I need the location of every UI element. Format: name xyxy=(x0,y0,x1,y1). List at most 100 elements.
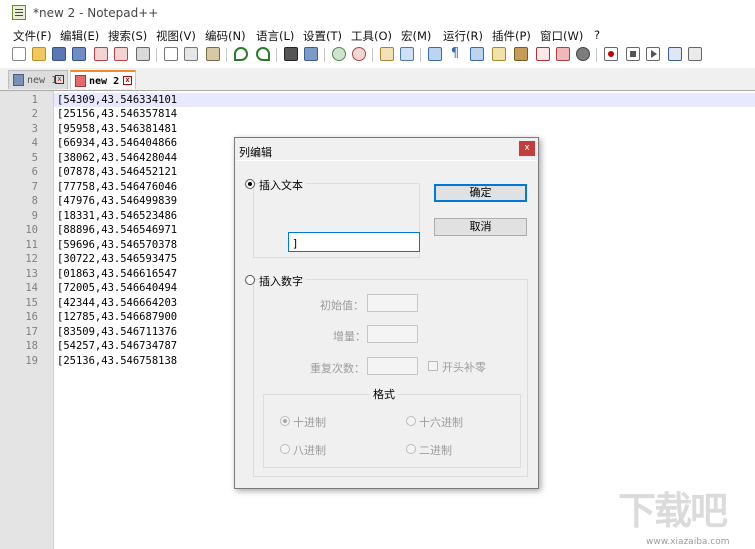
code-line: [54257,43.546734787 xyxy=(57,340,178,352)
increment-input[interactable] xyxy=(367,325,418,343)
menu-run[interactable]: 运行(R) xyxy=(443,28,483,44)
dialog-close-button[interactable]: x xyxy=(519,141,535,156)
column-editor-dialog: 列编辑 x 插入文本 确定 取消 初始值： 增量： 重复次数： 开头补零 十进制… xyxy=(234,137,539,489)
octal-radio[interactable] xyxy=(280,444,290,454)
ok-button[interactable]: 确定 xyxy=(434,184,527,202)
document-map-icon[interactable] xyxy=(514,47,528,61)
indent-guide-icon[interactable] xyxy=(470,47,484,61)
toolbar-separator xyxy=(372,48,373,62)
binary-radio[interactable] xyxy=(406,444,416,454)
code-line: [12785,43.546687900 xyxy=(57,311,178,323)
toolbar-separator xyxy=(226,48,227,62)
toolbar-separator xyxy=(324,48,325,62)
repeat-count-input[interactable] xyxy=(367,357,418,375)
line-number: 11 xyxy=(25,239,38,251)
close-file-icon[interactable] xyxy=(94,47,108,61)
code-line: [07878,43.546452121 xyxy=(57,166,178,178)
leading-zero-checkbox[interactable] xyxy=(428,361,438,371)
hexadecimal-radio[interactable] xyxy=(406,416,416,426)
menu-macro[interactable]: 宏(M) xyxy=(401,28,431,44)
menu-edit[interactable]: 编辑(E) xyxy=(60,28,99,44)
line-number: 16 xyxy=(25,311,38,323)
toolbar-separator xyxy=(276,48,277,62)
notepad-icon xyxy=(12,5,26,20)
menu-tools[interactable]: 工具(O) xyxy=(351,28,392,44)
dialog-body: 插入文本 确定 取消 初始值： 增量： 重复次数： 开头补零 十进制 十六进制 … xyxy=(236,160,537,488)
save-icon[interactable] xyxy=(52,47,66,61)
insert-text-radio[interactable] xyxy=(245,179,255,189)
code-line: [59696,43.546570378 xyxy=(57,239,178,251)
menu-window[interactable]: 窗口(W) xyxy=(540,28,583,44)
code-line: [54309,43.546334101 xyxy=(57,94,178,106)
cut-icon[interactable] xyxy=(164,47,178,61)
save-macro-icon[interactable] xyxy=(688,47,702,61)
stop-recording-icon[interactable] xyxy=(626,47,640,61)
function-list-icon[interactable] xyxy=(536,47,550,61)
code-line: [47976,43.546499839 xyxy=(57,195,178,207)
line-number: 8 xyxy=(31,195,38,207)
close-icon[interactable]: x xyxy=(123,76,132,85)
toolbar-separator xyxy=(596,48,597,62)
code-line: [38062,43.546428044 xyxy=(57,152,178,164)
increment-label: 增量： xyxy=(333,330,366,343)
menu-search[interactable]: 搜索(S) xyxy=(108,28,147,44)
insert-number-radio[interactable] xyxy=(245,275,255,285)
sync-horizontal-icon[interactable] xyxy=(400,47,414,61)
show-all-characters-icon[interactable]: ¶ xyxy=(448,47,462,61)
cancel-button[interactable]: 取消 xyxy=(434,218,527,236)
format-title: 格式 xyxy=(370,386,398,402)
menu-language[interactable]: 语言(L) xyxy=(256,28,294,44)
menu-file[interactable]: 文件(F) xyxy=(13,28,52,44)
toolbar-separator xyxy=(420,48,421,62)
code-line: [66934,43.546404866 xyxy=(57,137,178,149)
user-language-icon[interactable] xyxy=(492,47,506,61)
find-icon[interactable] xyxy=(284,47,298,61)
redo-icon[interactable] xyxy=(256,47,270,61)
folder-as-workspace-icon[interactable] xyxy=(556,47,570,61)
copy-icon[interactable] xyxy=(184,47,198,61)
play-macro-icon[interactable] xyxy=(646,47,660,61)
print-icon[interactable] xyxy=(136,47,150,61)
sync-vertical-icon[interactable] xyxy=(380,47,394,61)
paste-icon[interactable] xyxy=(206,47,220,61)
tab-new-1[interactable]: new 1 x xyxy=(8,70,68,89)
line-number: 2 xyxy=(31,108,38,120)
insert-text-group xyxy=(253,183,420,258)
insert-text-input[interactable] xyxy=(288,232,420,252)
zoom-in-icon[interactable] xyxy=(332,47,346,61)
decimal-radio[interactable] xyxy=(280,416,290,426)
tab-new-2[interactable]: new 2 x xyxy=(70,70,136,89)
menu-plugins[interactable]: 插件(P) xyxy=(492,28,531,44)
code-line: [42344,43.546664203 xyxy=(57,297,178,309)
save-all-icon[interactable] xyxy=(72,47,86,61)
record-macro-icon[interactable] xyxy=(604,47,618,61)
menu-encoding[interactable]: 编码(N) xyxy=(205,28,246,44)
watermark-url: www.xiazaiba.com xyxy=(646,537,730,547)
insert-text-label: 插入文本 xyxy=(259,177,306,193)
line-number: 1 xyxy=(31,94,38,106)
zoom-out-icon[interactable] xyxy=(352,47,366,61)
format-group: 十进制 十六进制 八进制 二进制 xyxy=(263,394,521,468)
repeat-count-label: 重复次数： xyxy=(310,362,365,375)
word-wrap-icon[interactable] xyxy=(428,47,442,61)
close-icon[interactable]: x xyxy=(55,75,64,84)
menu-help[interactable]: ? xyxy=(594,28,600,42)
tab-label: new 1 xyxy=(27,75,58,86)
open-file-icon[interactable] xyxy=(32,47,46,61)
close-all-icon[interactable] xyxy=(114,47,128,61)
initial-value-input[interactable] xyxy=(367,294,418,312)
menu-view[interactable]: 视图(V) xyxy=(156,28,196,44)
code-line: [01863,43.546616547 xyxy=(57,268,178,280)
undo-icon[interactable] xyxy=(234,47,248,61)
run-macro-multiple-icon[interactable] xyxy=(668,47,682,61)
menu-settings[interactable]: 设置(T) xyxy=(303,28,342,44)
octal-label: 八进制 xyxy=(293,444,326,457)
unsaved-file-icon xyxy=(75,75,86,87)
replace-icon[interactable] xyxy=(304,47,318,61)
new-file-icon[interactable] xyxy=(12,47,26,61)
code-line: [72005,43.546640494 xyxy=(57,282,178,294)
insert-number-label: 插入数字 xyxy=(259,273,306,289)
watermark: 下载吧 www.xiazaiba.com xyxy=(618,487,755,549)
initial-value-label: 初始值： xyxy=(320,299,364,312)
monitoring-icon[interactable] xyxy=(576,47,590,61)
